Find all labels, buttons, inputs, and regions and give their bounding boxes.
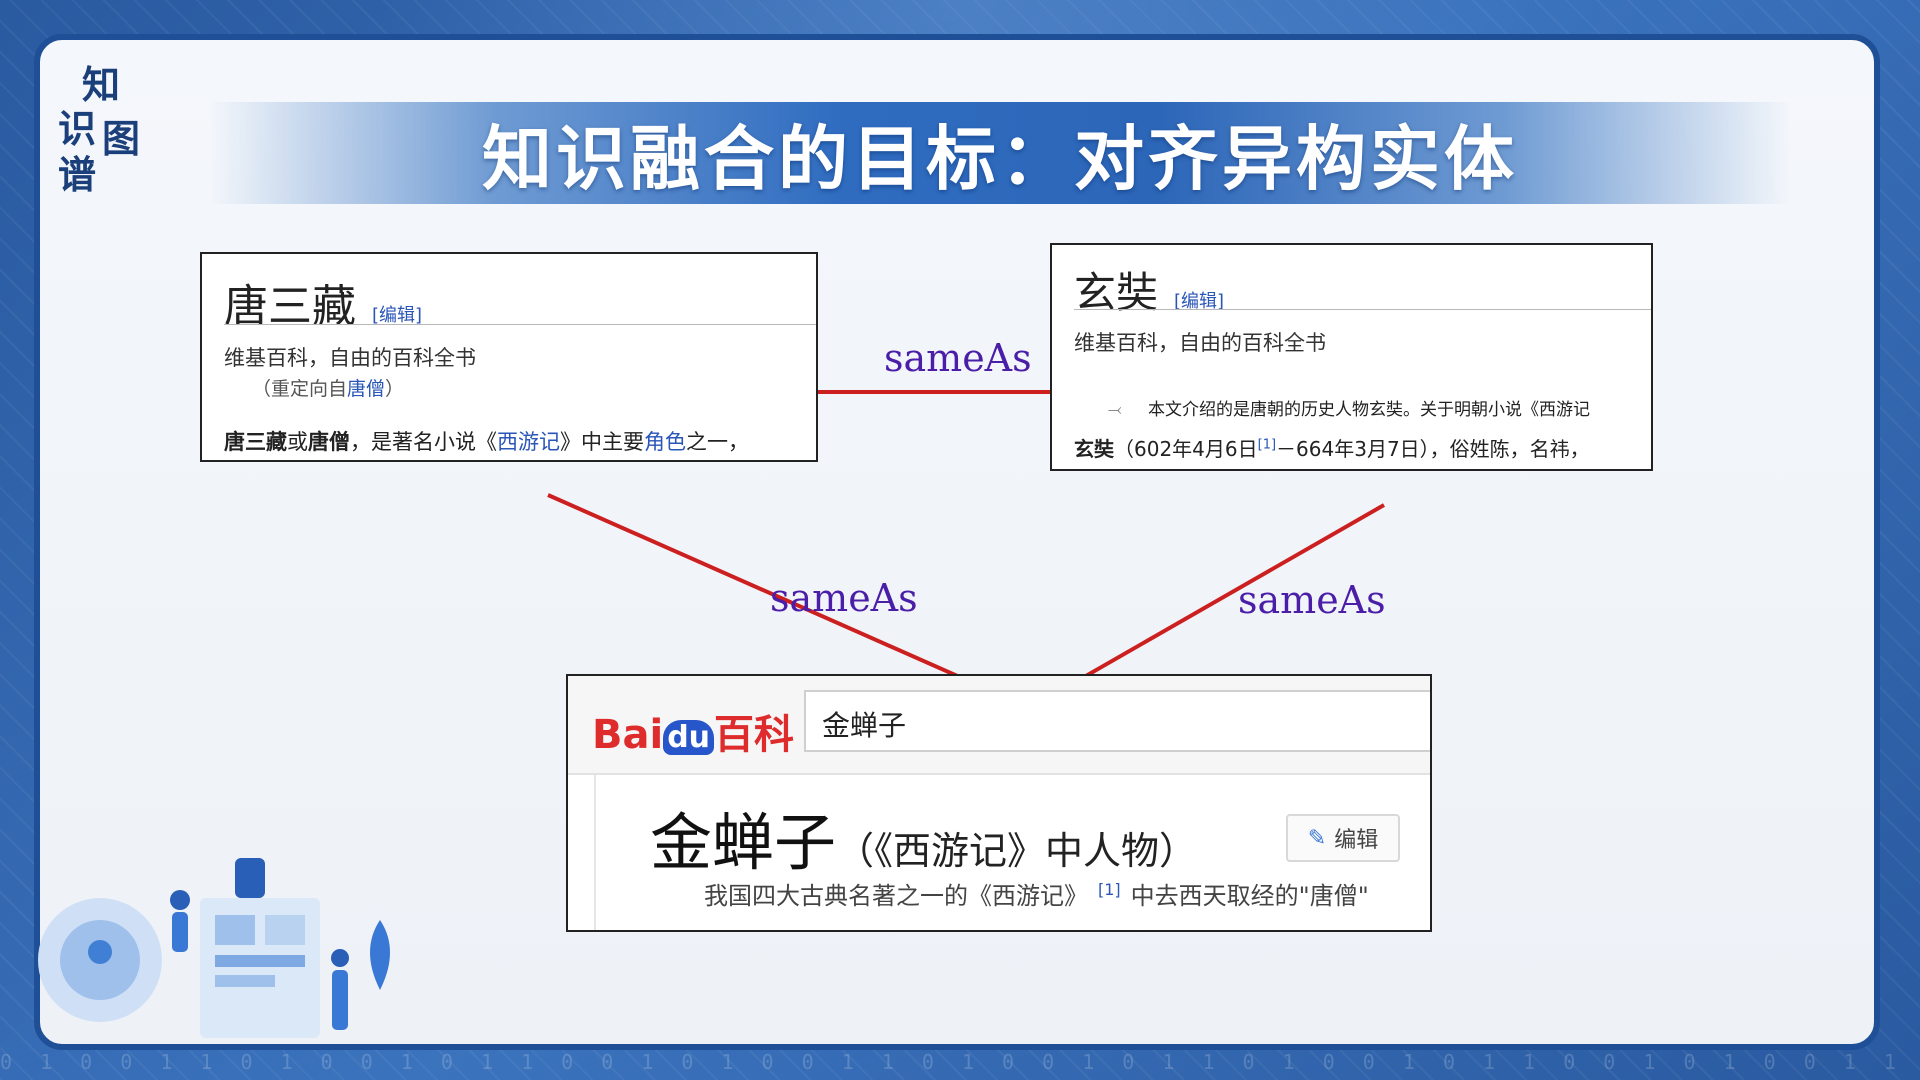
redirect-line: （重定向自唐僧）	[252, 374, 404, 401]
plant-icon	[370, 920, 390, 990]
relation-label-top: sameAs	[884, 336, 1032, 380]
text-span: －664年3月7日），俗姓陈，名祎，	[1276, 437, 1590, 461]
dashboard-panel	[215, 915, 255, 945]
baidu-header: Bai du 百科 金蝉子	[568, 676, 1430, 775]
text-span: （602年4月6日	[1114, 437, 1258, 461]
relation-label-left: sameAs	[770, 576, 918, 620]
source-line: 维基百科，自由的百科全书	[1074, 331, 1326, 355]
entry-subtitle: （《西游记》中人物）	[836, 829, 1198, 873]
dashboard-bar	[215, 955, 305, 967]
role-link[interactable]: 角色	[644, 430, 686, 454]
logo-baike: 百科	[714, 712, 795, 758]
note-text: 本文介绍的是唐朝的历史人物玄奘。关于明朝小说《西游记	[1148, 400, 1590, 420]
decorative-illustration	[38, 858, 390, 1038]
entry-summary: 我国四大古典名著之一的《西游记》 [1] 中去西天取经的"唐僧"	[704, 876, 1369, 911]
wiki-heading: 玄奘 [编辑]	[1074, 259, 1224, 320]
disambiguation-note: ⤙ 本文介绍的是唐朝的历史人物玄奘。关于明朝小说《西游记	[1108, 395, 1590, 420]
wiki-card-xuanzang: 玄奘 [编辑] 维基百科，自由的百科全书 ⤙ 本文介绍的是唐朝的历史人物玄奘。关于明…	[1050, 243, 1653, 471]
text-span: 中去西天取经的"唐僧"	[1130, 882, 1369, 910]
redirect-link[interactable]: 唐僧	[347, 378, 385, 400]
disambig-icon: ⤙	[1108, 400, 1122, 420]
person-body	[332, 970, 348, 1030]
text-span: ，是著名小说《	[350, 430, 497, 454]
redirect-prefix: （重定向自	[252, 378, 348, 400]
paw-icon: du	[663, 719, 715, 755]
logo-bai: Bai	[592, 712, 664, 758]
dashboard-panel	[265, 915, 305, 945]
redirect-suffix: ）	[385, 378, 405, 400]
intro-line: 唐三藏或唐僧，是著名小说《西游记》中主要角色之一，	[224, 426, 749, 456]
server-icon	[235, 858, 265, 898]
pencil-icon: ✎	[1307, 825, 1327, 851]
bold-term: 唐僧	[308, 430, 350, 454]
person-body	[172, 912, 188, 952]
person-head-icon	[331, 949, 349, 967]
person-head-icon	[170, 890, 190, 910]
text-span: 之一，	[686, 430, 749, 454]
dashboard-bar	[215, 975, 275, 987]
heading-rule	[1074, 309, 1651, 310]
heading-rule	[224, 324, 816, 325]
search-input[interactable]: 金蝉子	[804, 690, 1430, 752]
baidu-card-jinchanzi: Bai du 百科 金蝉子 金蝉子（《西游记》中人物） ✎ 编辑 我国四大古典名著之一…	[566, 674, 1432, 932]
source-line: 维基百科，自由的百科全书	[224, 346, 476, 370]
edit-button[interactable]: ✎ 编辑	[1286, 814, 1400, 862]
intro-line: 玄奘（602年4月6日[1]－664年3月7日），俗姓陈，名祎，	[1074, 433, 1590, 462]
bold-term: 唐三藏	[224, 430, 287, 454]
entry-title-text: 金蝉子	[650, 806, 837, 879]
text-span: 》中主要	[560, 430, 644, 454]
xiyouji-link[interactable]: 西游记	[497, 430, 560, 454]
relation-label-right: sameAs	[1238, 578, 1386, 622]
citation-link[interactable]: [1]	[1098, 880, 1121, 899]
robot-eye	[88, 940, 112, 964]
bold-term: 玄奘	[1074, 437, 1114, 461]
baidu-baike-logo[interactable]: Bai du 百科	[592, 702, 794, 760]
citation-link[interactable]: [1]	[1258, 437, 1276, 452]
text-span: 我国四大古典名著之一的《西游记》	[704, 882, 1088, 910]
edit-label: 编辑	[1334, 828, 1379, 853]
edit-link[interactable]: [编辑]	[372, 305, 422, 326]
entry-title: 金蝉子（《西游记》中人物）	[650, 792, 1197, 882]
text-span: 或	[287, 430, 308, 454]
wiki-card-tangsanzang: 唐三藏 [编辑] 维基百科，自由的百科全书 （重定向自唐僧） 唐三藏或唐僧，是著名…	[200, 252, 818, 462]
